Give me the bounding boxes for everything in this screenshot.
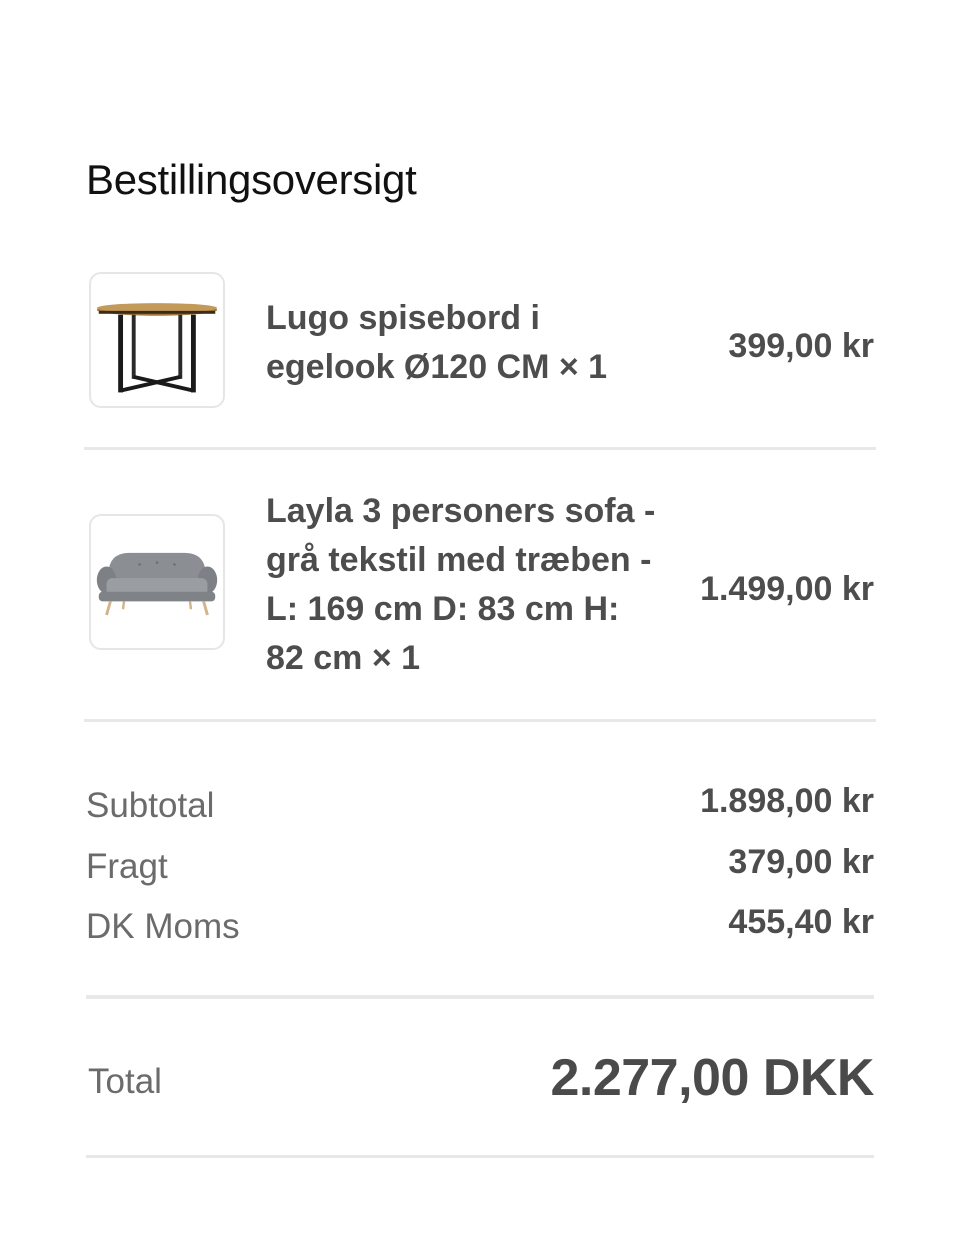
vat-row: DK Moms 455,40 kr (86, 903, 874, 957)
vat-value: 455,40 kr (728, 903, 874, 941)
table-icon (96, 303, 218, 393)
item-price: 399,00 kr (728, 327, 874, 365)
shipping-label: Fragt (86, 847, 168, 886)
divider (84, 719, 876, 722)
divider (84, 447, 876, 450)
total-value: 2.277,00 DKK (550, 1049, 874, 1107)
shipping-value: 379,00 kr (728, 843, 874, 881)
item-price: 1.499,00 kr (700, 570, 874, 608)
dining-table-image (89, 272, 225, 408)
divider (86, 995, 874, 999)
line-item: Layla 3 personers sofa - grå tekstil med… (86, 490, 876, 690)
subtotal-label: Subtotal (86, 786, 215, 825)
line-item: Lugo spisebord i egelook Ø120 CM × 1 399… (86, 272, 876, 414)
item-name: Layla 3 personers sofa - grå tekstil med… (266, 492, 656, 677)
shipping-row: Fragt 379,00 kr (86, 843, 874, 897)
vat-label: DK Moms (86, 907, 240, 946)
sofa-icon (96, 552, 218, 616)
subtotal-row: Subtotal 1.898,00 kr (86, 782, 874, 836)
item-name: Lugo spisebord i egelook Ø120 CM × 1 (266, 299, 608, 386)
divider (86, 1155, 874, 1158)
total-label: Total (88, 1062, 162, 1101)
sofa-image (89, 514, 225, 650)
subtotal-value: 1.898,00 kr (700, 782, 874, 820)
order-summary-title: Bestillingsoversigt (86, 156, 417, 203)
